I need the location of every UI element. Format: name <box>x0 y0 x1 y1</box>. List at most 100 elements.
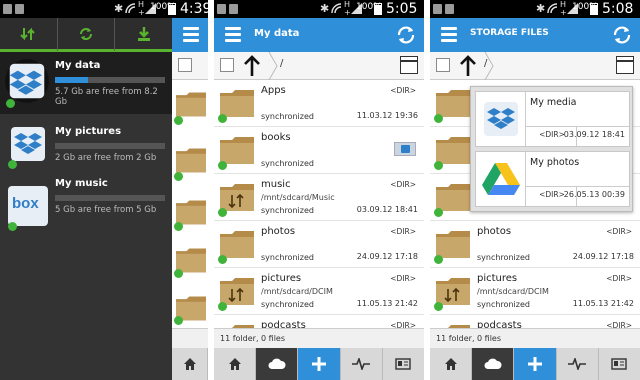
account-name: My data <box>55 60 101 71</box>
select-all-checkbox[interactable] <box>436 58 450 72</box>
file-name: podcasts <box>261 320 306 328</box>
path-bar: / <box>214 52 424 80</box>
modified-date: 26.05.13 00:39 <box>563 190 625 199</box>
modified-date: 24.09.12 17:18 <box>572 252 634 261</box>
tab-home[interactable] <box>214 348 257 380</box>
tab-activity[interactable] <box>341 348 383 380</box>
modified-date: 03.09.12 18:41 <box>356 205 418 214</box>
download-icon <box>137 26 150 41</box>
modified-date: 03.09.12 18:41 <box>563 130 625 139</box>
download-button[interactable] <box>115 18 173 52</box>
list-item[interactable]: podcasts <DIR> <box>214 315 424 328</box>
storage-name: My photos <box>530 157 580 168</box>
tab-home[interactable] <box>430 348 473 380</box>
activity-icon <box>352 358 371 370</box>
tab-cloud[interactable] <box>256 348 299 380</box>
sync-status-icon <box>174 172 183 181</box>
plus-icon <box>312 357 326 371</box>
modified-date: 11.05.13 21:42 <box>572 299 634 308</box>
list-item[interactable]: Apps synchronized <DIR> 11.03.12 19:36 <box>214 80 424 127</box>
bluetooth-icon: ✱ <box>320 2 330 15</box>
storage-item-my-photos[interactable]: My photos <DIR> 26.05.13 00:39 <box>475 151 630 207</box>
sync-label: synchronized <box>477 300 530 309</box>
box-icon: box <box>8 186 48 226</box>
account-item-my-data[interactable]: My data 5.7 Gb are free from 8.2 Gb <box>0 52 172 114</box>
bluetooth-icon: ✱ <box>114 2 124 15</box>
menu-button[interactable] <box>216 18 250 52</box>
sync-label: synchronized <box>261 112 314 121</box>
file-name: photos <box>261 226 296 237</box>
page-title: STORAGE FILES <box>470 28 549 38</box>
dir-label: <DIR> <box>390 321 416 328</box>
file-name: music <box>261 179 291 190</box>
select-all-checkbox[interactable] <box>220 58 234 72</box>
tab-accounts[interactable] <box>599 348 640 380</box>
sync-icon <box>80 27 92 40</box>
list-item[interactable]: photos synchronized <DIR> 24.09.12 17:18 <box>430 221 640 268</box>
sync-status-icon <box>218 114 227 123</box>
account-item-my-pictures[interactable]: My pictures 2 Gb are free from 2 Gb <box>0 114 172 176</box>
path-bar: / <box>430 52 640 80</box>
sync-status-icon <box>174 222 183 231</box>
tab-home[interactable] <box>172 348 208 380</box>
file-path: /mnt/sdcard/Music <box>261 193 335 202</box>
breadcrumb[interactable]: / <box>484 58 487 69</box>
bluetooth-icon: ✱ <box>536 2 546 15</box>
refresh-icon[interactable] <box>610 23 634 47</box>
sync-status-icon <box>174 269 183 278</box>
underlying-file-list <box>172 18 208 380</box>
transfer-button[interactable] <box>0 18 58 52</box>
notification-icon <box>217 4 226 14</box>
actionbar-peek <box>172 18 208 52</box>
signal-icon <box>547 3 558 14</box>
account-item-my-music[interactable]: box My music 5 Gb are free from 5 Gb <box>0 176 172 238</box>
box-logo-text: box <box>12 195 39 212</box>
tab-cloud[interactable] <box>472 348 515 380</box>
thumbnail-icon <box>394 142 416 156</box>
battery-icon <box>168 3 176 15</box>
storage-info: 5.7 Gb are free from 8.2 Gb <box>55 87 158 107</box>
file-path: /mnt/sdcard/DCIM <box>477 287 549 296</box>
account-name: My pictures <box>55 126 122 137</box>
notification-icon <box>445 4 454 14</box>
dir-label: <DIR> <box>390 180 416 189</box>
add-button[interactable] <box>298 348 341 380</box>
up-directory-icon[interactable] <box>240 54 264 78</box>
dropbox-icon <box>11 127 45 161</box>
sync-button[interactable] <box>57 18 116 52</box>
list-item[interactable]: pictures/mnt/sdcard/DCIM synchronized <DIR… <box>430 268 640 315</box>
up-directory-icon[interactable] <box>456 54 480 78</box>
refresh-icon[interactable] <box>394 23 418 47</box>
list-item[interactable]: books synchronized <box>214 127 424 174</box>
google-drive-icon <box>476 152 526 206</box>
network-type-icon: H + <box>344 0 351 17</box>
storage-info: 5 Gb are free from 5 Gb <box>55 205 157 215</box>
storage-info: 2 Gb are free from 2 Gb <box>55 153 157 163</box>
action-bar: STORAGE FILES <box>430 18 640 52</box>
menu-button[interactable] <box>432 18 466 52</box>
list-item[interactable]: pictures/mnt/sdcard/DCIM synchronized <DIR… <box>214 268 424 315</box>
storage-item-my-media[interactable]: My media <DIR> 03.09.12 18:41 <box>475 91 630 147</box>
list-item[interactable]: photos synchronized <DIR> 24.09.12 17:18 <box>214 221 424 268</box>
menu-button[interactable] <box>174 18 208 52</box>
view-mode-button[interactable] <box>400 56 418 74</box>
view-mode-button[interactable] <box>616 56 634 74</box>
cloud-icon <box>484 358 502 369</box>
modified-date: 11.05.13 21:42 <box>356 299 418 308</box>
file-name: books <box>261 132 291 143</box>
select-all-checkbox[interactable] <box>178 58 192 72</box>
sync-status-icon <box>218 302 227 311</box>
activity-icon <box>568 358 587 370</box>
breadcrumb[interactable]: / <box>280 58 283 69</box>
tab-activity[interactable] <box>557 348 599 380</box>
account-name: My music <box>55 178 108 189</box>
list-item[interactable]: podcasts <DIR> <box>430 315 640 328</box>
plus-icon <box>528 357 542 371</box>
sync-status-icon <box>434 161 443 170</box>
accounts-drawer: My data 5.7 Gb are free from 8.2 Gb My p… <box>0 18 173 380</box>
add-button[interactable] <box>514 348 557 380</box>
notification-icon <box>433 4 442 14</box>
tab-accounts[interactable] <box>383 348 424 380</box>
sync-label: synchronized <box>261 300 314 309</box>
list-item[interactable]: music/mnt/sdcard/Music synchronized <DIR> 0… <box>214 174 424 221</box>
